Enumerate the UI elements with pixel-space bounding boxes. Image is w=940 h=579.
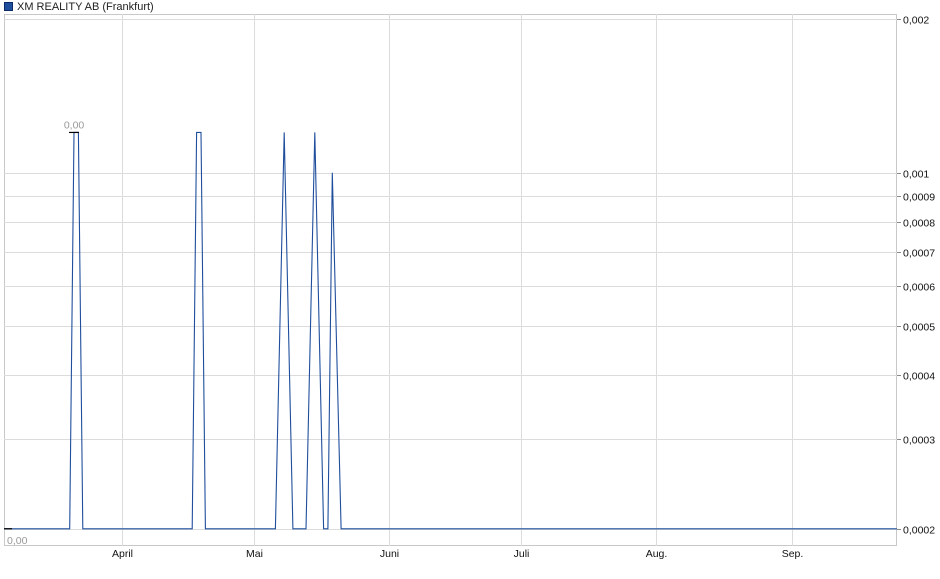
x-tick-label: Aug. [646,548,668,560]
y-tick-label: 0,0008 [903,218,935,230]
y-tick-label: 0,002 [903,15,929,27]
y-tick-label: 0,0006 [903,282,935,294]
x-tick-label: Mai [246,548,263,560]
x-tick-label: Juli [514,548,530,560]
y-tick-label: 0,0009 [903,192,935,204]
y-tick-label: 0,0007 [903,248,935,260]
min-label: 0,00 [7,535,28,547]
series-layer [4,131,897,530]
series-line [4,131,897,530]
y-tick-label: 0,001 [903,169,929,181]
x-tick-label: Sep. [782,548,804,560]
x-tick-label: Juni [380,548,399,560]
y-tick-label: 0,0003 [903,435,935,447]
axis-layer: 0,002 0,001 0,0009 0,0008 0,0007 0,0006 0,0005… [112,15,935,561]
y-tick-label: 0,0002 [903,525,935,537]
max-label: 0,00 [64,119,85,131]
price-chart: 0,002 0,001 0,0009 0,0008 0,0007 0,0006 0,0005… [4,14,935,561]
x-tick-label: April [112,548,133,560]
plot-frame [4,14,897,546]
y-tick-label: 0,0005 [903,322,935,334]
y-tick-label: 0,0004 [903,371,935,383]
grid-layer [4,14,897,546]
